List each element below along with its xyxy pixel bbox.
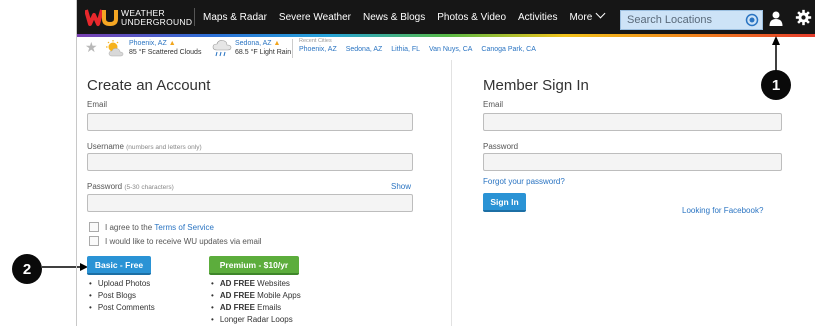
nav-divider bbox=[194, 8, 195, 26]
terms-row: I agree to the Terms of Service bbox=[89, 222, 214, 232]
logo-wordmark[interactable]: WEATHER UNDERGROUND bbox=[121, 9, 192, 27]
phoenix-city: Phoenix, AZ bbox=[129, 40, 167, 47]
nav-photos-video[interactable]: Photos & Video bbox=[437, 12, 506, 23]
list-item: AD FREE Emails bbox=[211, 302, 301, 314]
nav-activities[interactable]: Activities bbox=[518, 12, 557, 23]
alert-icon: ▲ bbox=[168, 40, 176, 47]
signin-password-field[interactable] bbox=[483, 153, 782, 171]
terms-prefix: I agree to the bbox=[105, 222, 153, 232]
nav-maps-radar[interactable]: Maps & Radar bbox=[203, 12, 267, 23]
list-item: Longer Radar Loops bbox=[211, 314, 301, 326]
email-label: Email bbox=[87, 100, 108, 109]
gear-icon[interactable] bbox=[795, 9, 812, 26]
signin-email-field[interactable] bbox=[483, 113, 782, 131]
updates-label: I would like to receive WU updates via e… bbox=[105, 236, 262, 246]
sedona-conditions[interactable]: Sedona, AZ ▲ 68.5 °F Light Rain bbox=[235, 40, 291, 57]
password-hint: (5-30 characters) bbox=[124, 184, 174, 191]
terms-link[interactable]: Terms of Service bbox=[154, 223, 214, 232]
chevron-down-icon bbox=[595, 8, 606, 18]
list-item: Upload Photos bbox=[89, 278, 155, 290]
forgot-password-link[interactable]: Forgot your password? bbox=[483, 177, 565, 186]
show-password-link[interactable]: Show bbox=[391, 182, 411, 191]
list-item: AD FREE Websites bbox=[211, 278, 301, 290]
star-icon[interactable]: ★ bbox=[85, 39, 98, 56]
callout-1: 1 bbox=[761, 70, 791, 100]
sedona-detail: 68.5 °F Light Rain bbox=[235, 48, 292, 56]
feature-bold: AD FREE bbox=[219, 291, 255, 300]
list-item: Post Blogs bbox=[89, 290, 155, 302]
username-label-text: Username bbox=[87, 142, 124, 151]
recent-city[interactable]: Van Nuys, CA bbox=[429, 46, 472, 53]
password-label-text: Password bbox=[87, 182, 123, 191]
nav-more[interactable]: More bbox=[569, 8, 606, 23]
nav-severe-weather[interactable]: Severe Weather bbox=[279, 12, 351, 23]
username-hint: (numbers and letters only) bbox=[126, 144, 202, 151]
basic-free-button[interactable]: Basic - Free bbox=[87, 256, 151, 275]
rain-icon bbox=[212, 40, 232, 57]
signin-password-label: Password bbox=[483, 142, 519, 151]
callout-2: 2 bbox=[12, 254, 42, 284]
member-signin-title: Member Sign In bbox=[483, 77, 589, 94]
recent-cities-label: Recent Cities bbox=[299, 38, 332, 44]
feature-rest: Emails bbox=[254, 303, 282, 312]
logo-line2: UNDERGROUND bbox=[121, 17, 193, 27]
signin-email-label: Email bbox=[483, 100, 504, 109]
basic-features: Upload Photos Post Blogs Post Comments bbox=[89, 278, 155, 314]
callout-1-arrow bbox=[772, 36, 780, 72]
feature-rest: Longer Radar Loops bbox=[219, 315, 293, 324]
username-label: Username (numbers and letters only) bbox=[87, 142, 202, 151]
recent-city[interactable]: Phoenix, AZ bbox=[299, 46, 337, 53]
partly-cloudy-icon bbox=[106, 40, 124, 57]
nav-more-label: More bbox=[569, 11, 593, 23]
phoenix-detail: 85 °F Scattered Clouds bbox=[129, 48, 202, 56]
password-label: Password (5-30 characters) bbox=[87, 182, 174, 191]
facebook-link[interactable]: Looking for Facebook? bbox=[682, 206, 763, 215]
premium-features: AD FREE Websites AD FREE Mobile Apps AD … bbox=[211, 278, 301, 326]
updates-checkbox[interactable] bbox=[89, 236, 99, 246]
terms-checkbox[interactable] bbox=[89, 222, 99, 232]
phoenix-conditions[interactable]: Phoenix, AZ ▲ 85 °F Scattered Clouds bbox=[129, 40, 201, 57]
conditions-bar: ★ Phoenix, AZ ▲ 85 °F Scattered Clouds S… bbox=[77, 37, 815, 60]
top-navbar: WEATHER UNDERGROUND Maps & Radar Severe … bbox=[77, 0, 815, 34]
nav-news-blogs[interactable]: News & Blogs bbox=[363, 12, 425, 23]
username-field[interactable] bbox=[87, 153, 413, 171]
updates-row: I would like to receive WU updates via e… bbox=[89, 236, 262, 246]
create-account-title: Create an Account bbox=[87, 77, 211, 94]
signin-button[interactable]: Sign In bbox=[483, 193, 526, 212]
search-box bbox=[620, 10, 763, 30]
feature-bold: AD FREE bbox=[219, 303, 255, 312]
list-item: Post Comments bbox=[89, 302, 155, 314]
feature-rest: Mobile Apps bbox=[254, 291, 301, 300]
feature-rest: Websites bbox=[254, 279, 290, 288]
feature-bold: AD FREE bbox=[219, 279, 255, 288]
main-nav: Maps & Radar Severe Weather News & Blogs… bbox=[203, 0, 616, 34]
recent-city[interactable]: Lithia, FL bbox=[391, 46, 420, 53]
recent-city[interactable]: Canoga Park, CA bbox=[481, 46, 535, 53]
wu-logo[interactable] bbox=[85, 7, 119, 27]
password-field[interactable] bbox=[87, 194, 413, 212]
recent-cities: Phoenix, AZ Sedona, AZ Lithia, FL Van Nu… bbox=[299, 46, 543, 53]
column-divider bbox=[451, 60, 452, 326]
user-icon[interactable] bbox=[768, 10, 784, 26]
search-input[interactable] bbox=[621, 11, 753, 29]
app-frame: WEATHER UNDERGROUND Maps & Radar Severe … bbox=[76, 0, 815, 326]
recent-city[interactable]: Sedona, AZ bbox=[346, 46, 383, 53]
list-item: AD FREE Mobile Apps bbox=[211, 290, 301, 302]
locate-icon[interactable] bbox=[743, 12, 761, 28]
sedona-city: Sedona, AZ bbox=[235, 40, 272, 47]
alert-icon: ▲ bbox=[273, 40, 281, 47]
premium-button[interactable]: Premium - $10/yr bbox=[209, 256, 299, 275]
conditions-divider bbox=[292, 39, 293, 58]
email-field[interactable] bbox=[87, 113, 413, 131]
